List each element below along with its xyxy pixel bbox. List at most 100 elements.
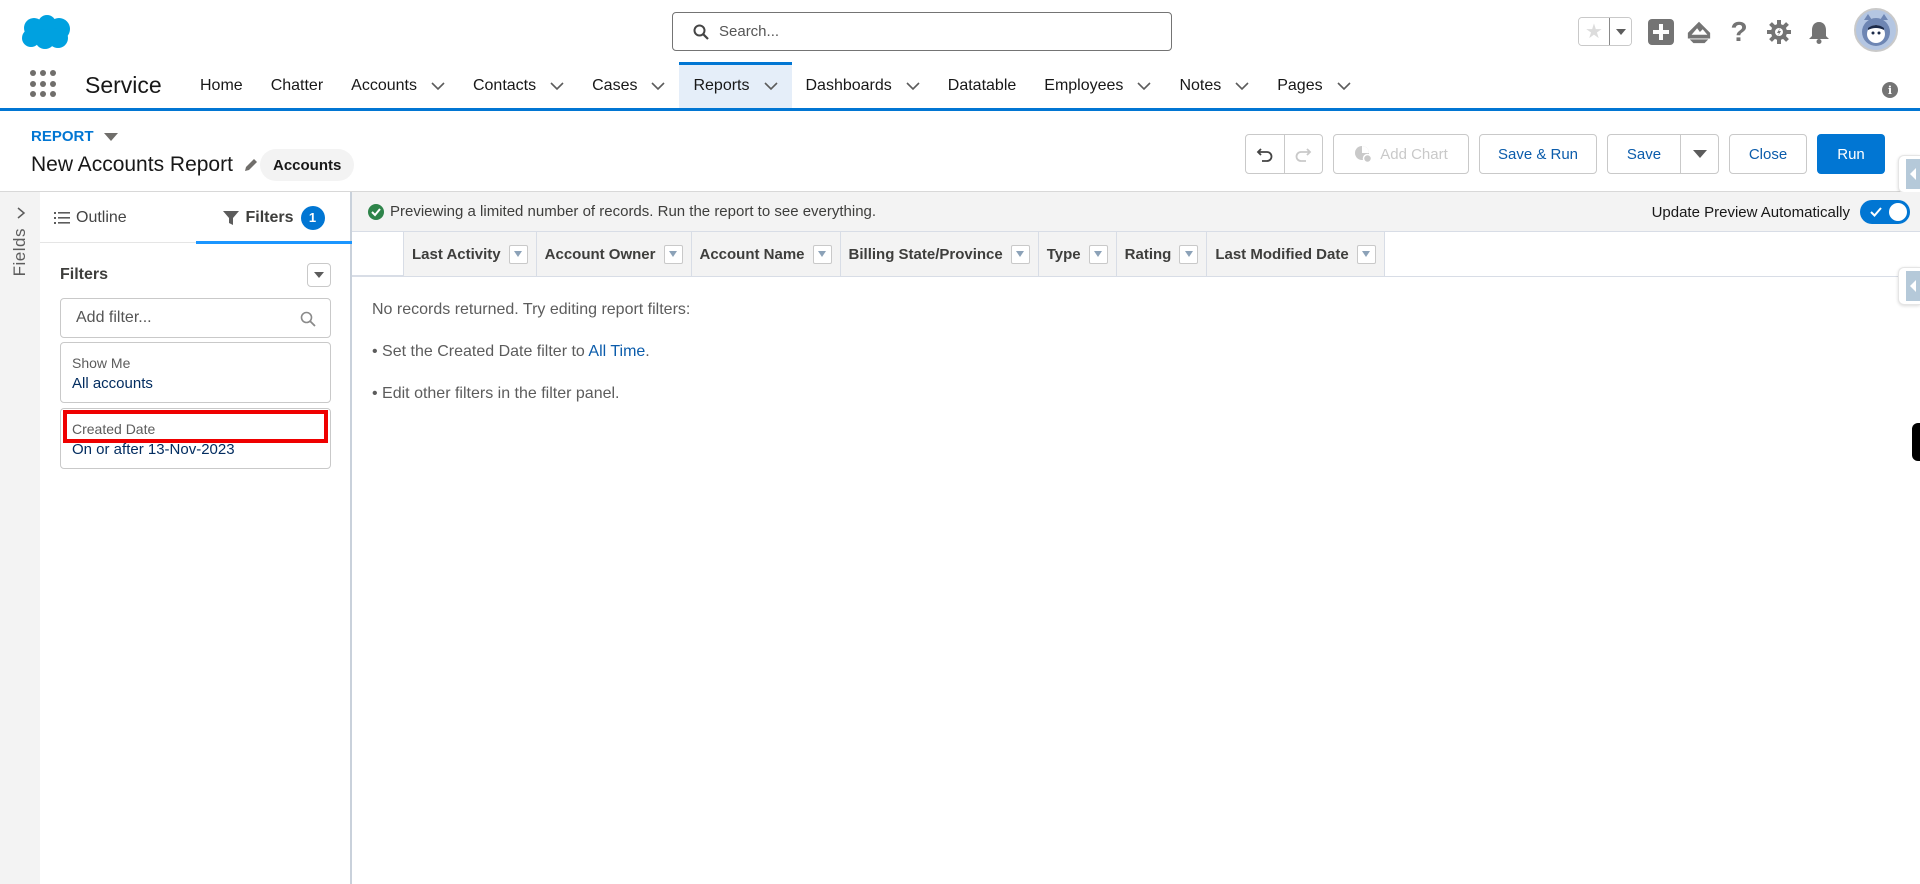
chevron-right-icon[interactable] [15,206,27,220]
chevron-down-icon [1362,251,1371,257]
redo-button[interactable] [1283,135,1323,173]
column-menu-button[interactable] [508,244,528,264]
nav-item-datatable[interactable]: Datatable [934,63,1031,108]
empty-state-suggestion: • Set the Created Date filter to All Tim… [372,342,650,362]
notifications-bell-icon[interactable] [1806,19,1832,45]
add-filter-box[interactable] [60,298,331,338]
run-button[interactable]: Run [1817,134,1885,174]
filter-card-created-date[interactable]: Created Date On or after 13-Nov-2023 [60,408,331,469]
nav-item-label: Accounts [351,76,417,94]
column-header-label: Account Owner [544,245,656,263]
tab-outline[interactable]: Outline [54,192,127,243]
close-button[interactable]: Close [1729,134,1807,174]
all-time-link[interactable]: All Time [588,343,645,360]
column-menu-button[interactable] [1179,244,1199,264]
side-panel-toggle[interactable] [1898,155,1920,193]
save-and-run-button[interactable]: Save & Run [1479,134,1597,174]
undo-button[interactable] [1246,135,1284,173]
save-and-run-label: Save & Run [1497,145,1579,163]
app-nav-bar: Service Home Chatter Accounts Contacts C… [0,58,1920,111]
column-menu-button[interactable] [1356,244,1376,264]
nav-item-pages[interactable]: Pages [1263,63,1364,108]
filters-menu-button[interactable] [307,263,331,287]
favorites-star-icon[interactable]: ★ [1579,18,1609,45]
trailhead-icon[interactable] [1686,19,1712,45]
chevron-down-icon[interactable] [651,79,666,93]
side-panel-toggle[interactable] [1898,267,1920,305]
nav-item-chatter[interactable]: Chatter [257,63,337,108]
nav-item-employees[interactable]: Employees [1030,63,1165,108]
info-icon[interactable]: i [1882,82,1898,98]
update-preview-toggle-group: Update Preview Automatically [1652,192,1910,232]
nav-item-contacts[interactable]: Contacts [459,63,578,108]
report-title: New Accounts Report [31,153,259,177]
save-label: Save [1626,145,1662,163]
column-header[interactable]: Account Owner [536,232,692,276]
help-icon[interactable]: ? [1726,16,1752,47]
column-header-label: Last Activity [412,245,501,263]
global-actions-plus-icon[interactable] [1648,19,1674,45]
report-object-menu[interactable]: REPORT [31,128,118,145]
global-search-input[interactable] [719,23,1139,40]
save-button-group: Save [1607,134,1719,174]
tab-filters[interactable]: Filters 1 [196,192,352,244]
filter-card-value: On or after 13-Nov-2023 [72,441,235,458]
chevron-down-icon[interactable] [431,79,445,93]
nav-item-cases[interactable]: Cases [578,63,679,108]
nav-item-reports[interactable]: Reports [679,62,792,108]
app-launcher-icon[interactable] [30,70,58,98]
add-chart-button[interactable]: Add Chart [1333,134,1469,174]
edit-pencil-icon[interactable] [243,157,259,173]
column-header[interactable]: Account Name [691,232,841,276]
filter-card-show-me[interactable]: Show Me All accounts [60,342,331,403]
toggle-knob [1889,203,1907,221]
nav-item-label: Reports [693,76,750,94]
undo-redo-group [1245,134,1323,174]
save-options-dropdown[interactable] [1680,135,1718,173]
chevron-down-icon [314,272,324,278]
chevron-down-icon[interactable] [906,79,920,93]
empty-state-message: No records returned. Try editing report … [372,301,691,318]
column-menu-button[interactable] [1010,244,1030,264]
nav-item-label: Dashboards [805,76,892,94]
fields-panel-collapsed[interactable]: Fields [0,192,40,884]
suggestion-text: • Set the Created Date filter to [372,343,589,360]
filter-card-value: All accounts [72,375,153,392]
column-menu-button[interactable] [812,244,832,264]
chevron-down-icon[interactable] [763,79,778,93]
nav-item-notes[interactable]: Notes [1165,63,1263,108]
column-header-label: Billing State/Province [848,245,1003,263]
nav-item-label: Chatter [270,76,324,94]
column-header[interactable]: Type [1038,232,1117,276]
column-header[interactable]: Last Activity [404,232,537,276]
chevron-down-icon[interactable] [550,79,564,93]
nav-items: Home Chatter Accounts Contacts Cases Rep… [186,62,1365,108]
fields-label: Fields [10,228,29,277]
setup-gear-icon[interactable] [1766,19,1792,45]
chevron-down-icon[interactable] [1235,79,1249,93]
update-preview-toggle[interactable] [1860,200,1910,224]
column-menu-button[interactable] [663,244,683,264]
report-title-text: New Accounts Report [31,153,233,176]
nav-item-label: Employees [1044,76,1124,94]
global-search[interactable] [672,12,1172,51]
salesforce-cloud-logo[interactable] [20,14,72,50]
column-header[interactable]: Rating [1116,232,1208,276]
column-header[interactable]: Last Modified Date [1207,232,1385,276]
column-header[interactable]: Billing State/Province [840,232,1039,276]
save-button[interactable]: Save [1608,135,1680,173]
nav-item-home[interactable]: Home [186,63,257,108]
nav-item-dashboards[interactable]: Dashboards [792,63,934,108]
redo-icon [1295,148,1312,162]
user-avatar[interactable] [1854,8,1898,52]
chevron-down-icon[interactable] [1137,79,1152,93]
suggestion-text: . [645,343,650,360]
column-menu-button[interactable] [1088,244,1108,264]
nav-item-accounts[interactable]: Accounts [337,63,459,108]
undo-icon [1256,148,1273,162]
chevron-down-icon[interactable] [1337,79,1351,93]
chevron-left-icon [1906,159,1920,189]
favorites-dropdown-button[interactable] [1609,18,1631,45]
add-filter-input[interactable] [76,309,296,327]
tab-filters-label: Filters [245,208,294,226]
